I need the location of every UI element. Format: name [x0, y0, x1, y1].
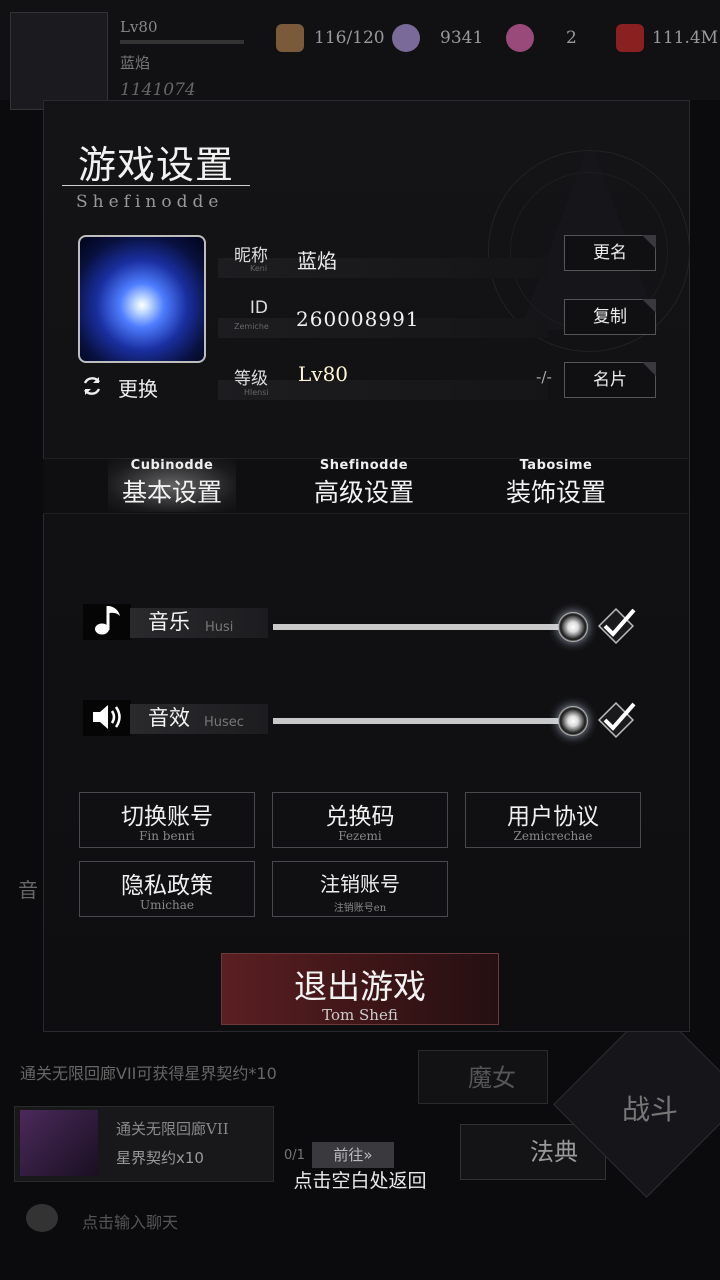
exit-game-button[interactable]: 退出游戏 Tom Shefi	[221, 953, 499, 1025]
music-slider-track[interactable]	[273, 624, 573, 630]
level-value: Lv80	[298, 362, 349, 386]
player-avatar[interactable]	[78, 235, 206, 363]
witch-label: 魔女	[468, 1064, 516, 1092]
sfx-slider-track[interactable]	[273, 718, 573, 724]
codex-label: 法典	[530, 1138, 578, 1166]
music-slider-knob[interactable]	[558, 612, 588, 642]
delete-account-label: 注销账号	[320, 872, 400, 896]
level-extra: -/-	[536, 368, 552, 386]
sfx-checkbox-icon[interactable]	[596, 700, 636, 740]
stamina-icon	[276, 24, 304, 52]
rename-button[interactable]: 更名	[564, 235, 656, 271]
redeem-code-label-en: Fezemi	[338, 829, 382, 843]
gold-value: 111.4M	[652, 28, 719, 48]
hud-level-bar	[120, 40, 244, 44]
nickname-value: 蓝焰	[297, 249, 337, 273]
tab-decoration-en: Tabosime	[519, 458, 593, 473]
id-sub: Zemiche	[234, 322, 269, 331]
crystal-value: 9341	[440, 28, 484, 48]
namecard-button[interactable]: 名片	[564, 362, 656, 398]
task-reward: 星界契约x10	[116, 1149, 204, 1167]
refresh-icon[interactable]	[80, 374, 104, 398]
tab-advanced-settings[interactable]: Shefinodde 高级设置	[288, 458, 440, 512]
hud-top-bar	[0, 0, 720, 100]
switch-account-label: 切换账号	[121, 804, 213, 830]
switch-account-label-en: Fin benri	[139, 829, 195, 843]
delete-account-button[interactable]: 注销账号 注销账号en	[272, 861, 448, 917]
hud-power: 1141074	[120, 80, 196, 100]
crystal-icon	[392, 24, 420, 52]
hud-level: Lv80	[120, 18, 158, 36]
user-agreement-label-en: Zemicrechae	[513, 829, 593, 843]
tab-decoration-settings[interactable]: Tabosime 装饰设置	[480, 458, 632, 512]
dialog-title: 游戏设置	[78, 143, 235, 187]
level-label: 等级	[234, 369, 268, 389]
chat-icon[interactable]	[26, 1204, 58, 1232]
redeem-code-label: 兑换码	[325, 804, 395, 830]
hud-notice: 通关无限回廊VII可获得星界契约*10	[20, 1064, 277, 1083]
gold-icon	[616, 24, 644, 52]
chat-input[interactable]: 点击输入聊天	[82, 1209, 178, 1233]
tab-basic-cn: 基本设置	[121, 478, 222, 507]
music-note-icon	[95, 606, 120, 635]
id-label: ID	[249, 298, 268, 318]
privacy-policy-label: 隐私政策	[121, 873, 213, 899]
nickname-label: 昵称	[234, 246, 268, 266]
hud-avatar[interactable]	[10, 12, 108, 110]
return-hint[interactable]: 点击空白处返回	[0, 1166, 720, 1193]
privacy-policy-button[interactable]: 隐私政策 Umichae	[79, 861, 255, 917]
privacy-policy-label-en: Umichae	[139, 898, 195, 912]
dialog-subtitle: Shefinodde	[76, 192, 224, 212]
change-avatar-label[interactable]: 更换	[118, 373, 158, 402]
tab-basic-en: Cubinodde	[130, 458, 214, 473]
task-goto-button[interactable]: 前往»	[312, 1142, 394, 1168]
music-checkbox-icon[interactable]	[596, 606, 636, 646]
sfx-slider-knob[interactable]	[558, 706, 588, 736]
tab-decoration-cn: 装饰设置	[505, 478, 606, 507]
level-sub: Hlensi	[244, 388, 269, 397]
redeem-code-button[interactable]: 兑换码 Fezemi	[272, 792, 448, 848]
user-agreement-label: 用户协议	[507, 804, 599, 830]
exit-game-label: 退出游戏	[294, 967, 426, 1006]
gem-value: 2	[566, 28, 577, 48]
id-value: 260008991	[296, 307, 420, 331]
delete-account-label-en: 注销账号en	[333, 903, 387, 914]
switch-account-button[interactable]: 切换账号 Fin benri	[79, 792, 255, 848]
title-underline	[62, 185, 250, 186]
hud-player-name: 蓝焰	[120, 54, 151, 72]
hud-left-label: 音	[18, 878, 38, 902]
nickname-sub: Keni	[250, 264, 268, 273]
sfx-label: 音效	[148, 706, 190, 730]
copy-id-button[interactable]: 复制	[564, 299, 656, 335]
tab-basic-settings[interactable]: Cubinodde 基本设置	[96, 458, 248, 512]
tab-advanced-cn: 高级设置	[313, 478, 414, 507]
exit-game-label-en: Tom Shefi	[322, 1006, 398, 1024]
gem-icon	[506, 24, 534, 52]
stamina-value: 116/120	[314, 28, 385, 48]
task-progress: 0/1	[284, 1148, 305, 1163]
tab-advanced-en: Shefinodde	[319, 458, 409, 473]
music-label: 音乐	[148, 610, 190, 634]
speaker-icon	[93, 705, 121, 729]
battle-label: 战斗	[622, 1093, 679, 1126]
sfx-label-en: Husec	[204, 715, 244, 730]
user-agreement-button[interactable]: 用户协议 Zemicrechae	[465, 792, 641, 848]
task-title: 通关无限回廊VII	[116, 1120, 229, 1138]
music-label-en: Husi	[205, 620, 234, 635]
